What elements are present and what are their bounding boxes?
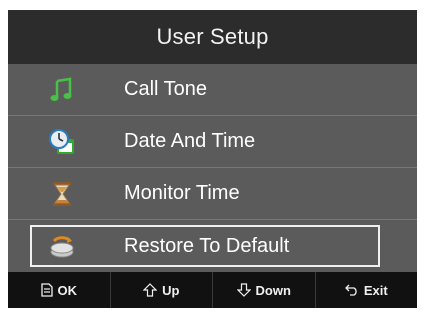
- menu-item-label: Monitor Time: [124, 182, 240, 204]
- menu-item-call-tone[interactable]: Call Tone: [8, 64, 417, 116]
- menu-item-date-and-time[interactable]: Date And Time: [8, 116, 417, 168]
- softkey-bar: OK Up Down Exit: [8, 272, 417, 308]
- exit-softkey[interactable]: Exit: [316, 272, 418, 308]
- return-arrow-icon: [344, 284, 357, 296]
- exit-label: Exit: [363, 282, 388, 298]
- arrow-down-icon: [236, 283, 251, 297]
- music-note-icon: [48, 76, 76, 104]
- arrow-up-icon: [143, 283, 158, 297]
- menu-item-monitor-time[interactable]: Monitor Time: [8, 168, 417, 220]
- document-icon: [40, 283, 53, 297]
- menu-item-label: Call Tone: [124, 78, 208, 100]
- ok-softkey[interactable]: OK: [8, 272, 111, 308]
- up-label: Up: [162, 282, 180, 298]
- menu-item-label: Date And Time: [124, 130, 256, 152]
- restore-icon: [48, 232, 76, 260]
- hourglass-icon: [48, 180, 76, 208]
- user-setup-screen: User Setup Call Tone Date And Time Monit…: [8, 10, 417, 308]
- down-label: Down: [255, 282, 291, 298]
- clock-calendar-icon: [48, 128, 76, 156]
- page-title: User Setup: [156, 24, 269, 49]
- title-bar: User Setup: [8, 10, 417, 64]
- ok-label: OK: [57, 282, 78, 298]
- settings-menu: Call Tone Date And Time Monitor Time Res…: [8, 64, 417, 272]
- up-softkey[interactable]: Up: [111, 272, 213, 308]
- menu-item-restore-to-default[interactable]: Restore To Default: [8, 220, 417, 272]
- menu-item-label: Restore To Default: [124, 234, 290, 257]
- down-softkey[interactable]: Down: [213, 272, 316, 308]
